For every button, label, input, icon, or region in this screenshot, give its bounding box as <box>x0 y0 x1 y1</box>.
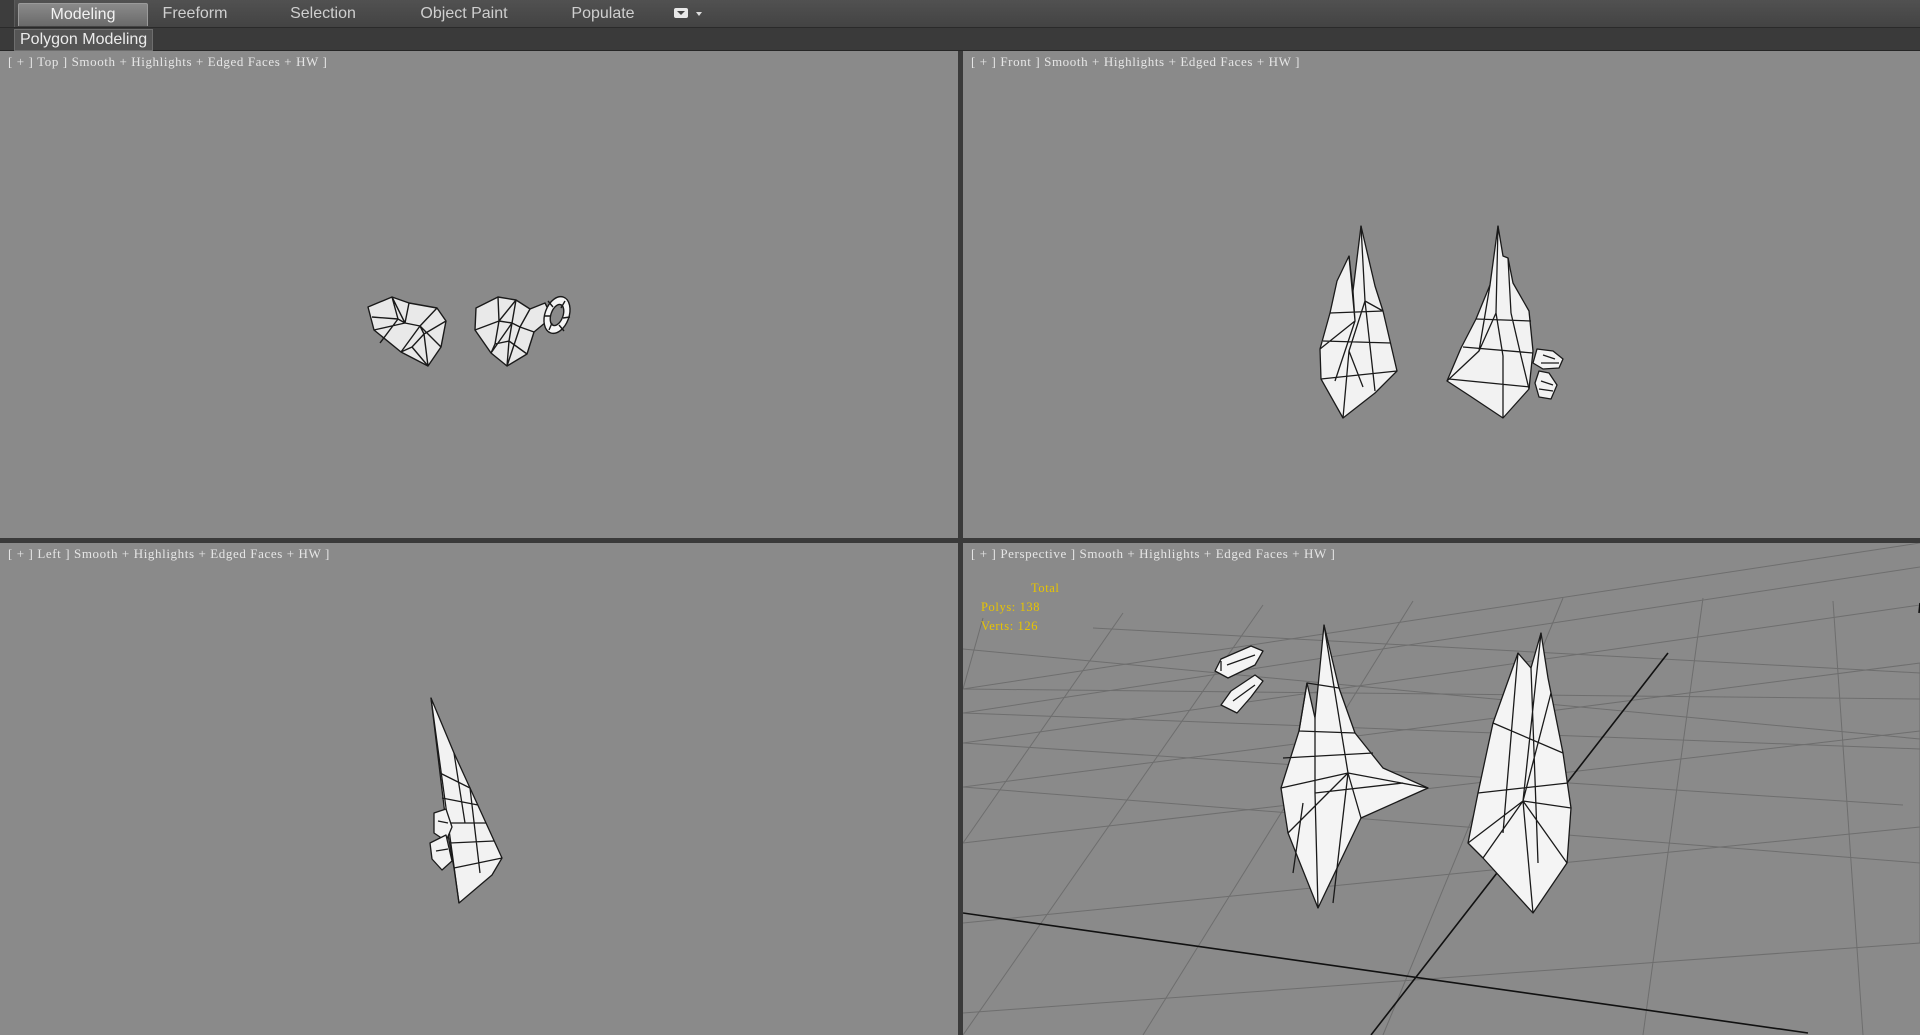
persp-horn-left <box>1280 624 1429 909</box>
tab-modeling[interactable]: Modeling <box>18 3 148 26</box>
ribbon-options-dropdown[interactable] <box>674 8 706 22</box>
perspective-grid <box>963 543 1920 1035</box>
perspective-home-grid-axes <box>963 602 1920 1035</box>
chevron-down-icon <box>696 12 702 16</box>
tab-freeform[interactable]: Freeform <box>148 3 242 25</box>
stats-total-label: Total <box>1031 581 1060 595</box>
ribbon-grip[interactable] <box>0 0 15 27</box>
stats-verts: Verts: 126 <box>981 619 1039 633</box>
top-mesh-right <box>474 296 553 367</box>
tab-selection[interactable]: Selection <box>276 3 370 25</box>
front-ring-bottom <box>1534 370 1558 400</box>
top-view-meshes <box>367 295 571 367</box>
ribbon-panel-bar: Polygon Modeling <box>0 28 1920 51</box>
viewport-left[interactable]: [ + ] Left ] Smooth + Highlights + Edged… <box>0 543 958 1035</box>
tab-object-paint[interactable]: Object Paint <box>410 3 518 25</box>
front-ring-top <box>1532 348 1564 370</box>
top-mesh-left <box>367 296 447 367</box>
perspective-view-scene <box>963 543 1920 1035</box>
left-view-mesh <box>429 697 503 904</box>
viewport-divider-horizontal[interactable] <box>0 538 1920 543</box>
ribbon-tab-bar: Modeling Freeform Selection Object Paint… <box>0 0 1920 28</box>
scene-statistics: Total Polys: 138 Verts: 126 <box>981 579 1060 636</box>
stats-polys: Polys: 138 <box>981 600 1041 614</box>
viewport-divider-vertical[interactable] <box>958 51 963 1035</box>
tab-populate[interactable]: Populate <box>558 3 648 25</box>
minimize-ribbon-icon <box>674 8 688 18</box>
left-horn <box>430 697 503 904</box>
viewport-front[interactable]: [ + ] Front ] Smooth + Highlights + Edge… <box>963 51 1920 538</box>
viewport-top[interactable]: [ + ] Top ] Smooth + Highlights + Edged … <box>0 51 958 538</box>
viewport-perspective[interactable]: [ + ] Perspective ] Smooth + Highlights … <box>963 543 1920 1035</box>
viewport-perspective-label[interactable]: [ + ] Perspective ] Smooth + Highlights … <box>971 546 1335 562</box>
polygon-modeling-panel[interactable]: Polygon Modeling <box>14 29 154 51</box>
front-horn-right <box>1446 225 1534 419</box>
front-view-meshes <box>1319 225 1564 419</box>
persp-ring-top <box>1214 645 1264 679</box>
